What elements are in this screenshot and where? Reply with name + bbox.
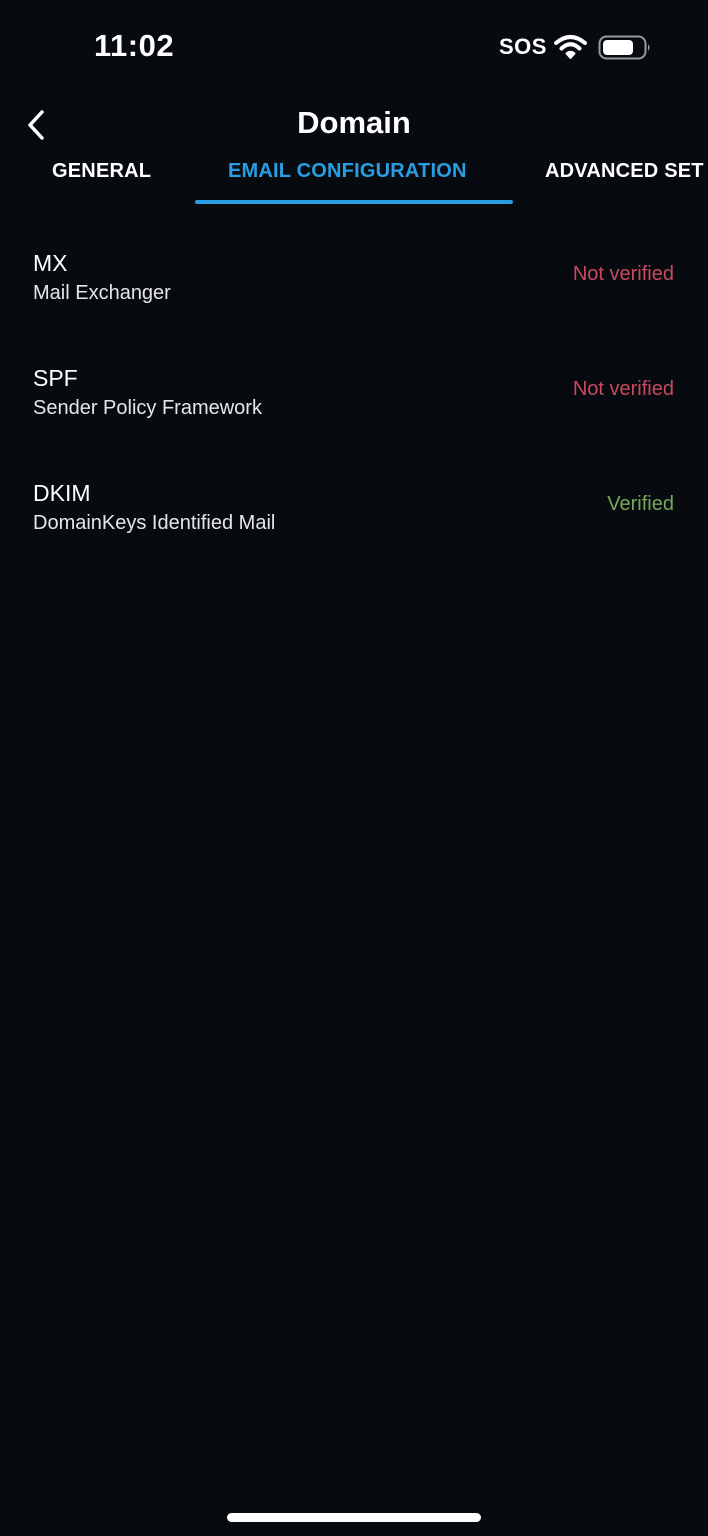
active-tab-indicator xyxy=(195,200,513,204)
status-badge: Not verified xyxy=(572,263,674,285)
list-item-spf[interactable]: SPF Sender Policy Framework Not verified xyxy=(0,351,708,466)
battery-icon xyxy=(598,35,650,60)
record-title: SPF xyxy=(33,365,78,391)
tab-general[interactable]: GENERAL xyxy=(52,160,151,183)
list-item-dkim[interactable]: DKIM DomainKeys Identified Mail Verified xyxy=(0,466,708,581)
status-badge: Verified xyxy=(607,493,674,515)
status-badge: Not verified xyxy=(572,378,674,400)
sos-indicator: SOS xyxy=(499,34,547,59)
record-subtitle: Mail Exchanger xyxy=(33,282,171,304)
list-item-mx[interactable]: MX Mail Exchanger Not verified xyxy=(0,236,708,351)
nav-bar: Domain xyxy=(0,96,708,156)
record-title: DKIM xyxy=(33,480,91,506)
wifi-icon xyxy=(554,35,587,59)
tab-email-configuration[interactable]: EMAIL CONFIGURATION xyxy=(228,160,467,183)
home-indicator[interactable] xyxy=(227,1513,481,1522)
tab-bar: GENERAL EMAIL CONFIGURATION ADVANCED SET xyxy=(0,150,708,208)
record-title: MX xyxy=(33,250,68,276)
email-config-list: MX Mail Exchanger Not verified SPF Sende… xyxy=(0,236,708,581)
status-time: 11:02 xyxy=(94,28,175,63)
record-subtitle: DomainKeys Identified Mail xyxy=(33,512,276,534)
status-bar: 11:02 SOS xyxy=(0,0,708,96)
page-title: Domain xyxy=(297,105,411,140)
tab-advanced-settings[interactable]: ADVANCED SET xyxy=(545,160,704,183)
record-subtitle: Sender Policy Framework xyxy=(33,397,262,419)
